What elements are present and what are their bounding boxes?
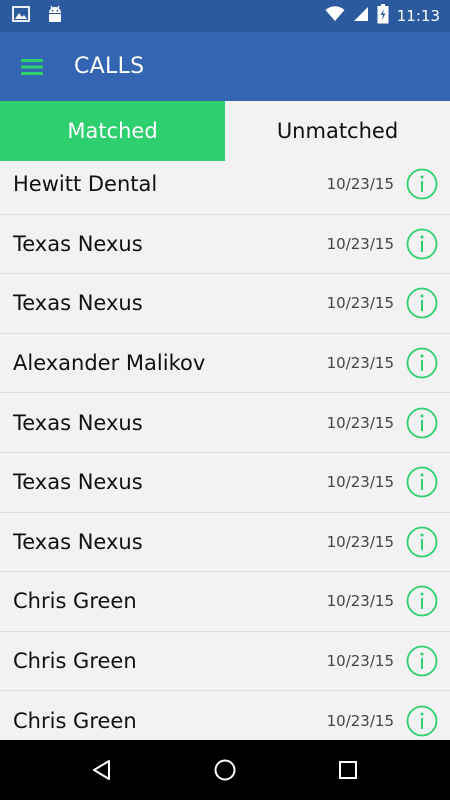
call-name: Texas Nexus (13, 410, 143, 435)
call-date: 10/23/15 (326, 473, 394, 492)
page-title: CALLS (74, 54, 145, 79)
call-date: 10/23/15 (326, 592, 394, 611)
tab-bar: Matched Unmatched (0, 101, 450, 161)
list-item[interactable]: Chris Green 10/23/15 (0, 572, 450, 632)
list-item[interactable]: Hewitt Dental 10/23/15 (0, 155, 450, 215)
navigation-bar (0, 740, 450, 800)
status-system: 11:13 (325, 3, 440, 29)
info-icon[interactable] (406, 585, 438, 617)
call-name: Texas Nexus (13, 231, 143, 256)
back-icon[interactable] (78, 746, 126, 794)
signal-icon (353, 6, 369, 27)
call-name: Alexander Malikov (13, 351, 206, 376)
call-date: 10/23/15 (326, 413, 394, 432)
info-icon[interactable] (406, 228, 438, 260)
status-bar: 11:13 (0, 0, 450, 32)
call-date: 10/23/15 (326, 175, 394, 194)
list-item[interactable]: Chris Green 10/23/15 (0, 691, 450, 740)
call-date: 10/23/15 (326, 711, 394, 730)
home-icon[interactable] (201, 746, 249, 794)
app-bar: CALLS (0, 32, 450, 101)
info-icon[interactable] (406, 287, 438, 319)
android-icon (46, 4, 64, 29)
battery-icon (377, 3, 389, 29)
info-icon[interactable] (406, 645, 438, 677)
call-date: 10/23/15 (326, 532, 394, 551)
call-name: Texas Nexus (13, 529, 143, 554)
call-name: Chris Green (13, 649, 137, 674)
call-date: 10/23/15 (326, 652, 394, 671)
list-item[interactable]: Alexander Malikov 10/23/15 (0, 334, 450, 394)
calls-list[interactable]: Hewitt Dental 10/23/15 Texas Nexus 10/23… (0, 155, 450, 740)
wifi-icon (325, 5, 345, 27)
image-icon (12, 5, 30, 28)
recents-icon[interactable] (324, 746, 372, 794)
call-date: 10/23/15 (326, 354, 394, 373)
list-item[interactable]: Texas Nexus 10/23/15 (0, 393, 450, 453)
info-icon[interactable] (406, 466, 438, 498)
call-name: Hewitt Dental (13, 172, 158, 197)
list-item[interactable]: Chris Green 10/23/15 (0, 632, 450, 692)
list-item[interactable]: Texas Nexus 10/23/15 (0, 513, 450, 573)
info-icon[interactable] (406, 347, 438, 379)
tab-unmatched[interactable]: Unmatched (225, 101, 450, 161)
call-date: 10/23/15 (326, 294, 394, 313)
call-name: Chris Green (13, 708, 137, 733)
status-time: 11:13 (396, 7, 440, 25)
tab-matched[interactable]: Matched (0, 101, 225, 161)
call-name: Texas Nexus (13, 470, 143, 495)
call-name: Chris Green (13, 589, 137, 614)
call-date: 10/23/15 (326, 234, 394, 253)
info-icon[interactable] (406, 407, 438, 439)
hamburger-menu-icon[interactable] (0, 32, 64, 101)
list-item[interactable]: Texas Nexus 10/23/15 (0, 453, 450, 513)
call-name: Texas Nexus (13, 291, 143, 316)
info-icon[interactable] (406, 168, 438, 200)
list-item[interactable]: Texas Nexus 10/23/15 (0, 215, 450, 275)
list-item[interactable]: Texas Nexus 10/23/15 (0, 274, 450, 334)
status-notifications (12, 4, 64, 29)
info-icon[interactable] (406, 705, 438, 737)
info-icon[interactable] (406, 526, 438, 558)
